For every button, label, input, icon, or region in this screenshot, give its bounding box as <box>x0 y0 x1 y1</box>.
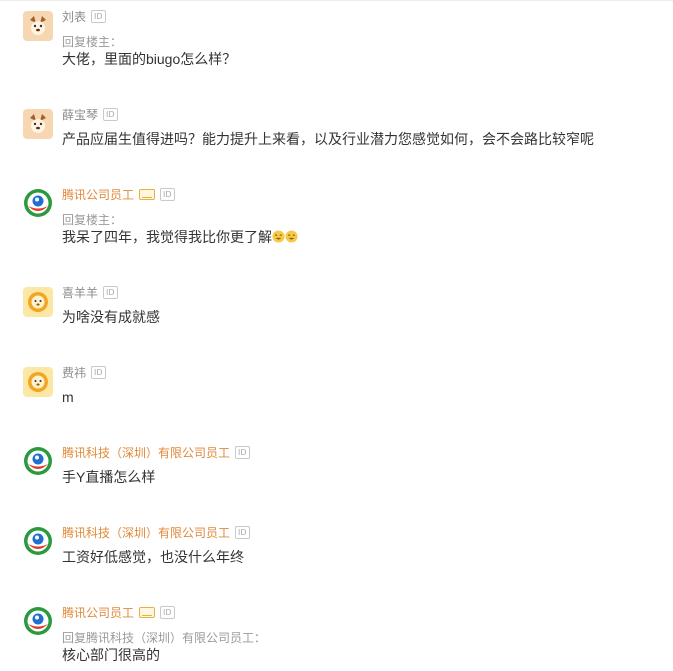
comment-text: 手Y直播怎么样 <box>62 469 156 485</box>
tencent-logo-icon[interactable] <box>23 526 53 556</box>
reply-label: 回复楼主： <box>62 213 123 227</box>
username[interactable]: 刘表 <box>62 8 86 25</box>
username[interactable]: 费祎 <box>62 364 86 381</box>
laugh-emoji-icon <box>285 230 298 243</box>
laugh-emoji-icon <box>272 230 285 243</box>
verified-badge-icon <box>139 188 156 200</box>
comment-text-content: 我呆了四年，我觉得我比你更了解 <box>62 229 272 245</box>
id-badge[interactable]: ID <box>103 285 118 299</box>
id-badge[interactable]: ID <box>160 187 175 201</box>
tencent-logo-icon[interactable] <box>23 188 53 218</box>
lion-avatar-icon[interactable] <box>23 367 53 397</box>
company-username[interactable]: 腾讯公司员工 <box>62 604 134 621</box>
comment-text: 工资好低感觉，也没什么年终 <box>62 549 244 565</box>
verified-badge-icon <box>139 606 156 618</box>
company-username[interactable]: 腾讯科技（深圳）有限公司员工 <box>62 444 230 461</box>
reply-label: 回复腾讯科技（深圳）有限公司员工： <box>62 631 267 645</box>
company-username[interactable]: 腾讯公司员工 <box>62 186 134 203</box>
comment-text: 核心部门很高的 <box>62 647 160 663</box>
comment-text: m <box>62 389 74 405</box>
comment-text: 大佬，里面的biugo怎么样？ <box>62 51 237 67</box>
comment-text: 产品应届生值得进吗？能力提升上来看，以及行业潜力您感觉如何，会不会路比较窄呢 <box>62 131 594 147</box>
lion-avatar-icon[interactable] <box>23 287 53 317</box>
username[interactable]: 薛宝琴 <box>62 106 98 123</box>
tencent-logo-icon[interactable] <box>23 446 53 476</box>
id-badge[interactable]: ID <box>160 605 175 619</box>
id-badge[interactable]: ID <box>91 9 106 23</box>
id-badge[interactable]: ID <box>235 525 250 539</box>
dog-avatar-icon[interactable] <box>23 11 53 41</box>
dog-avatar-icon[interactable] <box>23 109 53 139</box>
company-username[interactable]: 腾讯科技（深圳）有限公司员工 <box>62 524 230 541</box>
tencent-logo-icon[interactable] <box>23 606 53 636</box>
comment-text: 为啥没有成就感 <box>62 309 160 325</box>
id-badge[interactable]: ID <box>103 107 118 121</box>
reply-label: 回复楼主： <box>62 35 123 49</box>
comment-text: 我呆了四年，我觉得我比你更了解 <box>62 228 298 246</box>
id-badge[interactable]: ID <box>235 445 250 459</box>
top-divider <box>0 0 673 1</box>
username[interactable]: 喜羊羊 <box>62 284 98 301</box>
id-badge[interactable]: ID <box>91 365 106 379</box>
